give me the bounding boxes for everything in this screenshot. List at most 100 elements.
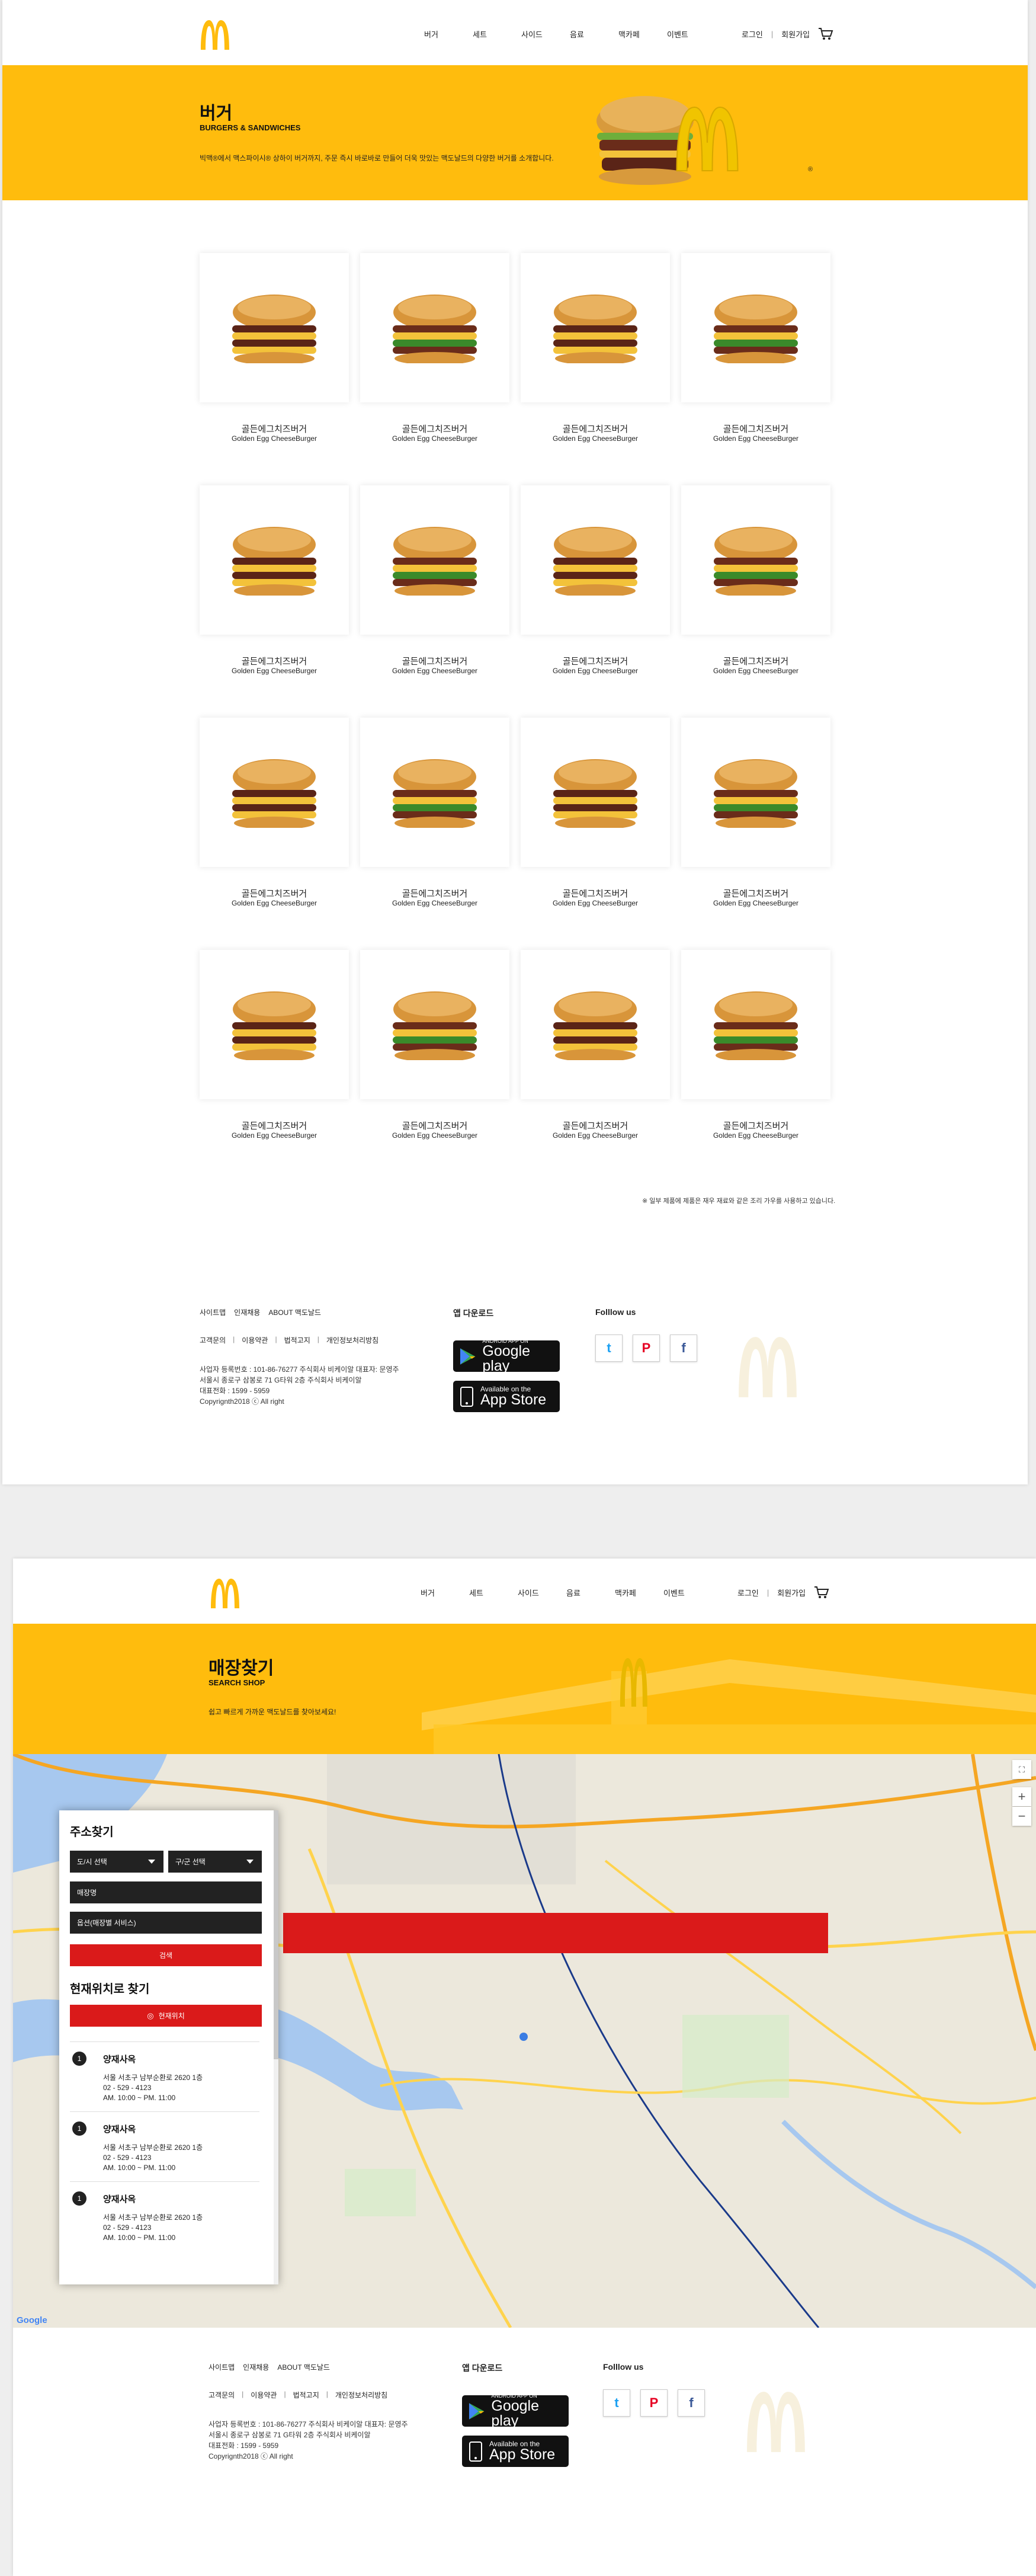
product-image[interactable] (681, 253, 830, 402)
product-card[interactable]: 골든에그치즈버거 Golden Egg CheeseBurger (200, 253, 349, 449)
divider: | (326, 2390, 328, 2398)
product-card[interactable]: 골든에그치즈버거 Golden Egg CheeseBurger (200, 950, 349, 1145)
product-card[interactable]: 골든에그치즈버거 Golden Egg CheeseBurger (360, 950, 509, 1145)
nav-set[interactable]: 세트 (473, 28, 521, 40)
twitter-icon[interactable]: t (595, 1335, 623, 1362)
product-card[interactable]: 골든에그치즈버거 Golden Egg CheeseBurger (681, 950, 830, 1145)
product-card[interactable]: 골든에그치즈버거 Golden Egg CheeseBurger (681, 485, 830, 681)
product-card[interactable]: 골든에그치즈버거 Golden Egg CheeseBurger (681, 253, 830, 449)
footer-link-about[interactable]: ABOUT 맥도날드 (277, 2362, 330, 2372)
divider: | (771, 29, 774, 39)
nav-side[interactable]: 사이드 (518, 1587, 566, 1598)
signup-link[interactable]: 회원가입 (777, 1587, 806, 1598)
product-image[interactable] (521, 950, 670, 1099)
product-image[interactable] (521, 718, 670, 867)
footer-link-contact[interactable]: 고객문의 (200, 1335, 226, 1345)
product-image[interactable] (681, 950, 830, 1099)
nav-event[interactable]: 이벤트 (667, 28, 716, 40)
footer-link-terms[interactable]: 이용약관 (251, 2390, 277, 2400)
footer-link-terms[interactable]: 이용약관 (242, 1335, 268, 1345)
nav-drink[interactable]: 음료 (566, 1587, 615, 1598)
product-name-en: Golden Egg CheeseBurger (231, 667, 317, 675)
cart-icon[interactable] (814, 1586, 829, 1599)
product-image[interactable] (200, 485, 349, 635)
product-image[interactable] (681, 485, 830, 635)
twitter-icon[interactable]: t (603, 2389, 630, 2417)
footer-link-legal[interactable]: 법적고지 (284, 1335, 310, 1345)
login-link[interactable]: 로그인 (742, 28, 763, 40)
zoom-in-button[interactable]: + (1012, 1787, 1031, 1806)
footer-link-privacy[interactable]: 개인정보처리방침 (326, 1335, 379, 1345)
nav-event[interactable]: 이벤트 (663, 1587, 712, 1598)
nav-burger[interactable]: 버거 (424, 28, 473, 40)
product-card[interactable]: 골든에그치즈버거 Golden Egg CheeseBurger (521, 950, 670, 1145)
current-location-button[interactable]: ◎ 현재위치 (70, 2005, 262, 2027)
company-info-line: 사업자 등록번호 : 101-86-76277 주식회사 비케이알 대표자: 문… (209, 2420, 408, 2428)
header-util: 로그인 | 회원가입 (737, 1586, 829, 1599)
store-name-input[interactable]: 매장명 (70, 1881, 262, 1903)
signup-link[interactable]: 회원가입 (781, 28, 810, 40)
product-image[interactable] (360, 950, 509, 1099)
product-image[interactable] (360, 485, 509, 635)
product-name-en: Golden Egg CheeseBurger (713, 434, 799, 443)
login-link[interactable]: 로그인 (737, 1587, 759, 1598)
product-image[interactable] (681, 718, 830, 867)
product-image[interactable] (200, 718, 349, 867)
product-image[interactable] (521, 485, 670, 635)
product-image[interactable] (360, 253, 509, 402)
product-image[interactable] (200, 253, 349, 402)
footer-link-privacy[interactable]: 개인정보처리방침 (335, 2390, 387, 2400)
product-card[interactable]: 골든에그치즈버거 Golden Egg CheeseBurger (521, 485, 670, 681)
badge-big-text: Google play (491, 2398, 539, 2429)
footer-link-recruit[interactable]: 인재채용 (234, 1307, 260, 1317)
product-image[interactable] (360, 718, 509, 867)
panel-scrollbar[interactable] (274, 1810, 278, 2284)
footer-link-contact[interactable]: 고객문의 (209, 2390, 235, 2400)
cart-icon[interactable] (818, 27, 833, 40)
nav-drink[interactable]: 음료 (570, 28, 618, 40)
city-select[interactable]: 도/시 선택 (70, 1851, 163, 1873)
menu-page: 버거 세트 사이드 음료 맥카페 이벤트 로그인 | 회원가입 버거 BURGE… (2, 0, 1028, 1484)
product-card[interactable]: 골든에그치즈버거 Golden Egg CheeseBurger (521, 718, 670, 913)
district-select[interactable]: 구/군 선택 (168, 1851, 262, 1873)
footer-link-about[interactable]: ABOUT 맥도날드 (268, 1307, 321, 1317)
google-play-badge[interactable]: ANDROID APP ON Google play (462, 2393, 569, 2429)
nav-set[interactable]: 세트 (469, 1587, 518, 1598)
zoom-out-button[interactable]: − (1012, 1807, 1031, 1826)
nav-mccafe[interactable]: 맥카페 (615, 1587, 663, 1598)
product-name-kr: 골든에그치즈버거 (562, 657, 628, 667)
search-button[interactable]: 검색 (70, 1944, 262, 1966)
product-card[interactable]: 골든에그치즈버거 Golden Egg CheeseBurger (360, 718, 509, 913)
service-option-input[interactable]: 옵션(매장별 서비스) (70, 1912, 262, 1934)
footer-link-sitemap[interactable]: 사이트맵 (209, 2362, 235, 2372)
product-card[interactable]: 골든에그치즈버거 Golden Egg CheeseBurger (360, 485, 509, 681)
store-list-item[interactable]: 1 양재사옥 서울 서초구 남부순환로 2620 1층 02 - 529 - 4… (70, 2181, 259, 2251)
facebook-icon[interactable]: f (670, 1335, 697, 1362)
footer-link-sitemap[interactable]: 사이트맵 (200, 1307, 226, 1317)
nav-mccafe[interactable]: 맥카페 (618, 28, 667, 40)
pinterest-icon[interactable]: P (633, 1335, 660, 1362)
nav-side[interactable]: 사이드 (521, 28, 570, 40)
store-list-item[interactable]: 1 양재사옥 서울 서초구 남부순환로 2620 1층 02 - 529 - 4… (70, 2041, 259, 2111)
store-map[interactable]: ⛶ + − Google 주소찾기 도/시 선택 구/군 선택 매장명 옵션(매… (13, 1754, 1036, 2328)
product-card[interactable]: 골든에그치즈버거 Golden Egg CheeseBurger (521, 253, 670, 449)
app-store-badge[interactable]: Available on the App Store (453, 1381, 560, 1412)
footer-link-recruit[interactable]: 인재채용 (243, 2362, 269, 2372)
footer-link-legal[interactable]: 법적고지 (293, 2390, 319, 2400)
product-card[interactable]: 골든에그치즈버거 Golden Egg CheeseBurger (681, 718, 830, 913)
product-name-en: Golden Egg CheeseBurger (392, 434, 478, 443)
product-image[interactable] (521, 253, 670, 402)
store-list-item[interactable]: 1 양재사옥 서울 서초구 남부순환로 2620 1층 02 - 529 - 4… (70, 2111, 259, 2181)
google-play-badge[interactable]: ANDROID APP ON Google play (453, 1339, 560, 1374)
nav-burger[interactable]: 버거 (421, 1587, 469, 1598)
product-card[interactable]: 골든에그치즈버거 Golden Egg CheeseBurger (360, 253, 509, 449)
product-card[interactable]: 골든에그치즈버거 Golden Egg CheeseBurger (200, 718, 349, 913)
pinterest-icon[interactable]: P (640, 2389, 668, 2417)
fullscreen-icon[interactable]: ⛶ (1012, 1760, 1031, 1779)
golden-arches-logo[interactable] (209, 1577, 242, 1609)
facebook-icon[interactable]: f (678, 2389, 705, 2417)
product-image[interactable] (200, 950, 349, 1099)
app-store-badge[interactable]: Available on the App Store (462, 2436, 569, 2467)
golden-arches-logo[interactable] (198, 19, 232, 51)
product-card[interactable]: 골든에그치즈버거 Golden Egg CheeseBurger (200, 485, 349, 681)
